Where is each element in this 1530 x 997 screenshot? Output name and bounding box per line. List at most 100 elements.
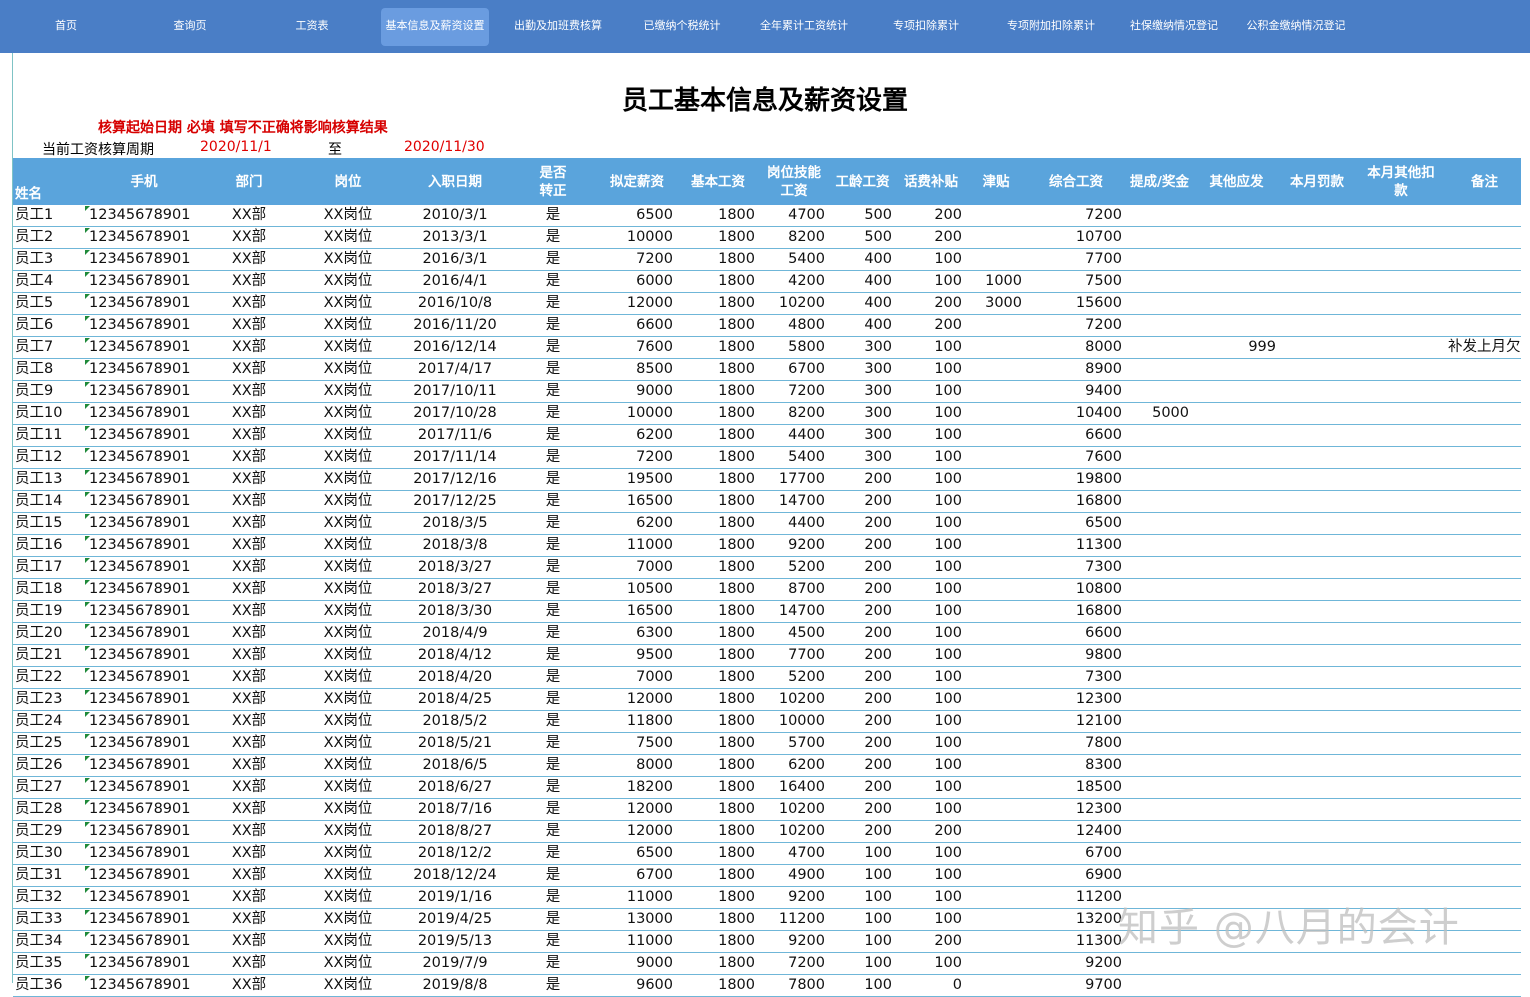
table-cell[interactable]: 员工35 (13, 952, 85, 975)
table-cell[interactable]: 12345678901 (85, 578, 203, 601)
table-cell[interactable] (1354, 776, 1448, 799)
table-cell[interactable]: 9200 (759, 930, 829, 953)
table-cell[interactable]: 11200 (759, 908, 829, 931)
table-cell[interactable]: 12345678901 (85, 930, 203, 953)
table-cell[interactable] (1193, 205, 1280, 227)
nav-button-6[interactable]: 已缴纳个税统计 (636, 8, 728, 46)
table-cell[interactable]: XX部 (203, 380, 295, 403)
table-cell[interactable]: 11300 (1026, 930, 1126, 953)
table-cell[interactable]: 8200 (759, 402, 829, 425)
table-cell[interactable] (1193, 688, 1280, 711)
table-cell[interactable] (1280, 644, 1354, 667)
table-cell[interactable]: 4900 (759, 864, 829, 887)
table-cell[interactable]: 是 (509, 798, 597, 821)
table-cell[interactable]: 1800 (677, 842, 759, 865)
table-cell[interactable] (1280, 776, 1354, 799)
table-cell[interactable] (966, 798, 1026, 821)
table-cell[interactable]: 2018/6/5 (401, 754, 509, 777)
table-cell[interactable] (1126, 974, 1193, 997)
table-cell[interactable] (1126, 248, 1193, 271)
table-cell[interactable]: 16800 (1026, 490, 1126, 513)
table-cell[interactable] (1448, 798, 1521, 821)
table-cell[interactable]: 7800 (759, 974, 829, 997)
table-cell[interactable] (1193, 468, 1280, 491)
table-cell[interactable]: 100 (896, 710, 966, 733)
table-cell[interactable]: 员工23 (13, 688, 85, 711)
table-cell[interactable]: 5400 (759, 248, 829, 271)
table-cell[interactable]: XX部 (203, 226, 295, 249)
table-cell[interactable]: XX岗位 (295, 380, 401, 403)
nav-button-3[interactable]: 工资表 (290, 8, 334, 46)
table-cell[interactable]: 6200 (759, 754, 829, 777)
table-cell[interactable]: 员工32 (13, 886, 85, 909)
table-cell[interactable]: 7300 (1026, 666, 1126, 689)
table-cell[interactable]: 12345678901 (85, 952, 203, 975)
table-cell[interactable] (1193, 226, 1280, 249)
table-cell[interactable]: 11800 (597, 710, 677, 733)
table-cell[interactable] (1448, 622, 1521, 645)
table-cell[interactable]: 10200 (759, 292, 829, 315)
table-cell[interactable]: 是 (509, 600, 597, 623)
table-cell[interactable]: 1800 (677, 336, 759, 359)
table-cell[interactable]: 1800 (677, 578, 759, 601)
table-cell[interactable]: 2017/12/25 (401, 490, 509, 513)
table-cell[interactable]: 1800 (677, 490, 759, 513)
table-cell[interactable] (1354, 754, 1448, 777)
table-cell[interactable] (1126, 732, 1193, 755)
table-cell[interactable] (966, 512, 1026, 535)
table-cell[interactable]: 是 (509, 732, 597, 755)
table-cell[interactable]: 12345678901 (85, 666, 203, 689)
table-cell[interactable] (1126, 205, 1193, 227)
table-cell[interactable]: XX岗位 (295, 556, 401, 579)
table-cell[interactable] (1193, 490, 1280, 513)
table-cell[interactable] (966, 754, 1026, 777)
table-cell[interactable]: 2018/7/16 (401, 798, 509, 821)
table-cell[interactable]: 200 (829, 798, 896, 821)
table-cell[interactable]: 5200 (759, 556, 829, 579)
table-cell[interactable]: XX岗位 (295, 490, 401, 513)
table-cell[interactable]: 2018/8/27 (401, 820, 509, 843)
table-cell[interactable]: 14700 (759, 490, 829, 513)
table-cell[interactable] (966, 666, 1026, 689)
table-cell[interactable]: 12345678901 (85, 820, 203, 843)
table-cell[interactable]: 100 (829, 974, 896, 997)
table-cell[interactable]: 100 (829, 952, 896, 975)
table-cell[interactable] (1193, 776, 1280, 799)
table-cell[interactable]: 7200 (1026, 314, 1126, 337)
table-cell[interactable]: 10000 (597, 402, 677, 425)
table-cell[interactable]: 1800 (677, 358, 759, 381)
table-cell[interactable]: 2018/4/25 (401, 688, 509, 711)
table-cell[interactable]: 12345678901 (85, 205, 203, 227)
table-cell[interactable]: 是 (509, 578, 597, 601)
table-cell[interactable]: 7700 (1026, 248, 1126, 271)
table-cell[interactable] (1280, 666, 1354, 689)
table-cell[interactable]: 是 (509, 512, 597, 535)
table-cell[interactable]: 1800 (677, 424, 759, 447)
table-cell[interactable] (1193, 248, 1280, 271)
table-cell[interactable]: 2016/3/1 (401, 248, 509, 271)
table-cell[interactable] (1448, 446, 1521, 469)
table-cell[interactable]: 6500 (597, 205, 677, 227)
table-cell[interactable]: XX部 (203, 490, 295, 513)
table-cell[interactable] (1448, 820, 1521, 843)
table-cell[interactable] (1126, 622, 1193, 645)
table-cell[interactable] (966, 776, 1026, 799)
table-cell[interactable]: 1800 (677, 710, 759, 733)
table-cell[interactable]: 100 (896, 688, 966, 711)
table-cell[interactable]: 400 (829, 314, 896, 337)
table-cell[interactable]: 2010/3/1 (401, 205, 509, 227)
table-cell[interactable] (1126, 314, 1193, 337)
table-cell[interactable]: 是 (509, 644, 597, 667)
table-cell[interactable]: 100 (896, 490, 966, 513)
table-cell[interactable]: 9200 (1026, 952, 1126, 975)
table-cell[interactable] (1448, 556, 1521, 579)
table-cell[interactable]: 员工11 (13, 424, 85, 447)
table-cell[interactable] (1193, 314, 1280, 337)
table-cell[interactable]: 2017/12/16 (401, 468, 509, 491)
table-cell[interactable]: 1800 (677, 798, 759, 821)
table-cell[interactable] (1126, 534, 1193, 557)
table-cell[interactable]: 7300 (1026, 556, 1126, 579)
table-cell[interactable]: 12345678901 (85, 336, 203, 359)
table-cell[interactable] (966, 644, 1026, 667)
table-cell[interactable]: 12345678901 (85, 248, 203, 271)
